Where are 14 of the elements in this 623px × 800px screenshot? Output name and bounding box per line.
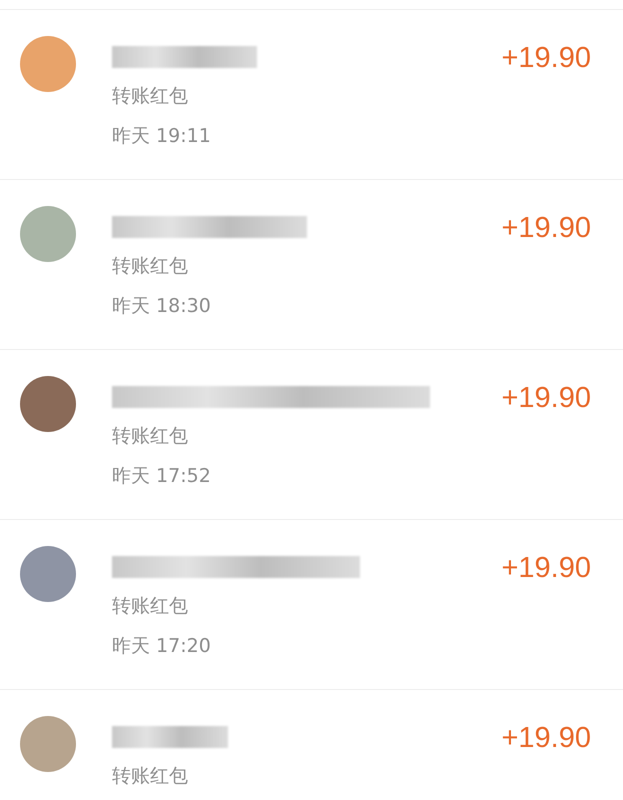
transaction-time: 昨天 19:11 <box>112 124 212 149</box>
transaction-time: 昨天 17:52 <box>112 464 212 489</box>
transaction-type: 转账红包 <box>112 424 189 449</box>
transaction-time: 昨天 17:20 <box>112 634 212 659</box>
transaction-amount: +19.90 <box>501 721 591 756</box>
transaction-amount: +19.90 <box>501 381 591 416</box>
transaction-type: 转账红包 <box>112 254 189 279</box>
transaction-time: 昨天 18:30 <box>112 294 212 319</box>
transaction-amount: +19.90 <box>501 551 591 586</box>
transaction-amount: +19.90 <box>501 41 591 76</box>
transaction-type: 转账红包 <box>112 84 189 109</box>
transaction-amount: +19.90 <box>501 211 591 246</box>
transaction-type: 转账红包 <box>112 594 189 619</box>
transaction-type: 转账红包 <box>112 764 189 789</box>
